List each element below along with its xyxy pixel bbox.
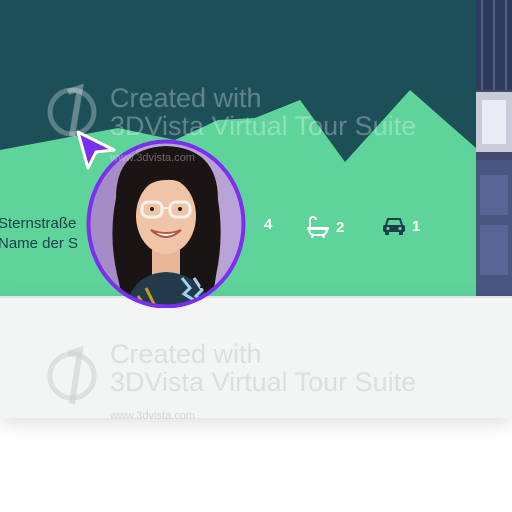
watermark-line-2: 3DVista Virtual Tour Suite	[110, 111, 417, 141]
bathrooms-count: 2	[336, 218, 345, 236]
listing-address: Sternstraße Name der S	[0, 214, 78, 254]
3dvista-logo-icon	[46, 82, 100, 147]
watermark-url: www.3dvista.com	[110, 152, 195, 164]
parking-count: 1	[412, 217, 421, 235]
bath-icon	[306, 216, 330, 238]
3dvista-logo-icon	[46, 342, 100, 415]
virtual-tour-viewport: Sternstraße Name der S 4 2 1 Created wit…	[0, 0, 512, 512]
watermark-line-1: Created with	[110, 339, 262, 369]
bedrooms-count: 4	[264, 216, 273, 233]
divider	[0, 296, 512, 298]
watermark-url: www.3dvista.com	[110, 410, 195, 422]
car-icon	[382, 216, 406, 236]
hero-background	[0, 0, 512, 300]
property-photo-edge	[476, 0, 512, 300]
address-line-2: Name der S	[0, 235, 79, 252]
watermark-line-2: 3DVista Virtual Tour Suite	[110, 367, 417, 397]
feature-parking: 1	[382, 216, 420, 236]
bed-icon	[244, 217, 258, 233]
feature-bedrooms: 4	[244, 216, 272, 233]
address-line-1: Sternstraße	[0, 215, 77, 232]
feature-bathrooms: 2	[306, 216, 344, 238]
watermark-line-1: Created with	[110, 83, 262, 113]
